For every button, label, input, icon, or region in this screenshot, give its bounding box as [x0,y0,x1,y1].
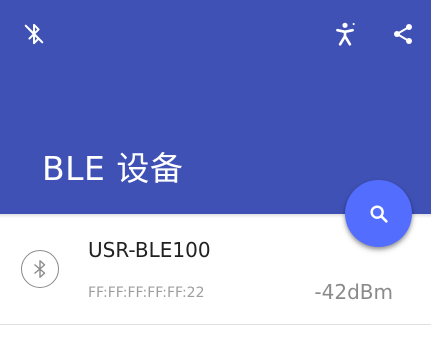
search-button[interactable] [345,180,412,247]
accessibility-icon[interactable] [331,20,359,48]
bluetooth-icon [21,250,59,288]
device-rssi: -42dBm [314,280,393,304]
search-icon [368,203,390,225]
list-divider [0,324,431,325]
bluetooth-disabled-icon[interactable] [20,20,48,48]
share-icon[interactable] [389,20,417,48]
device-name: USR-BLE100 [88,238,211,262]
page-title: BLE 设备 [42,149,184,188]
device-mac-address: FF:FF:FF:FF:FF:22 [88,285,205,301]
